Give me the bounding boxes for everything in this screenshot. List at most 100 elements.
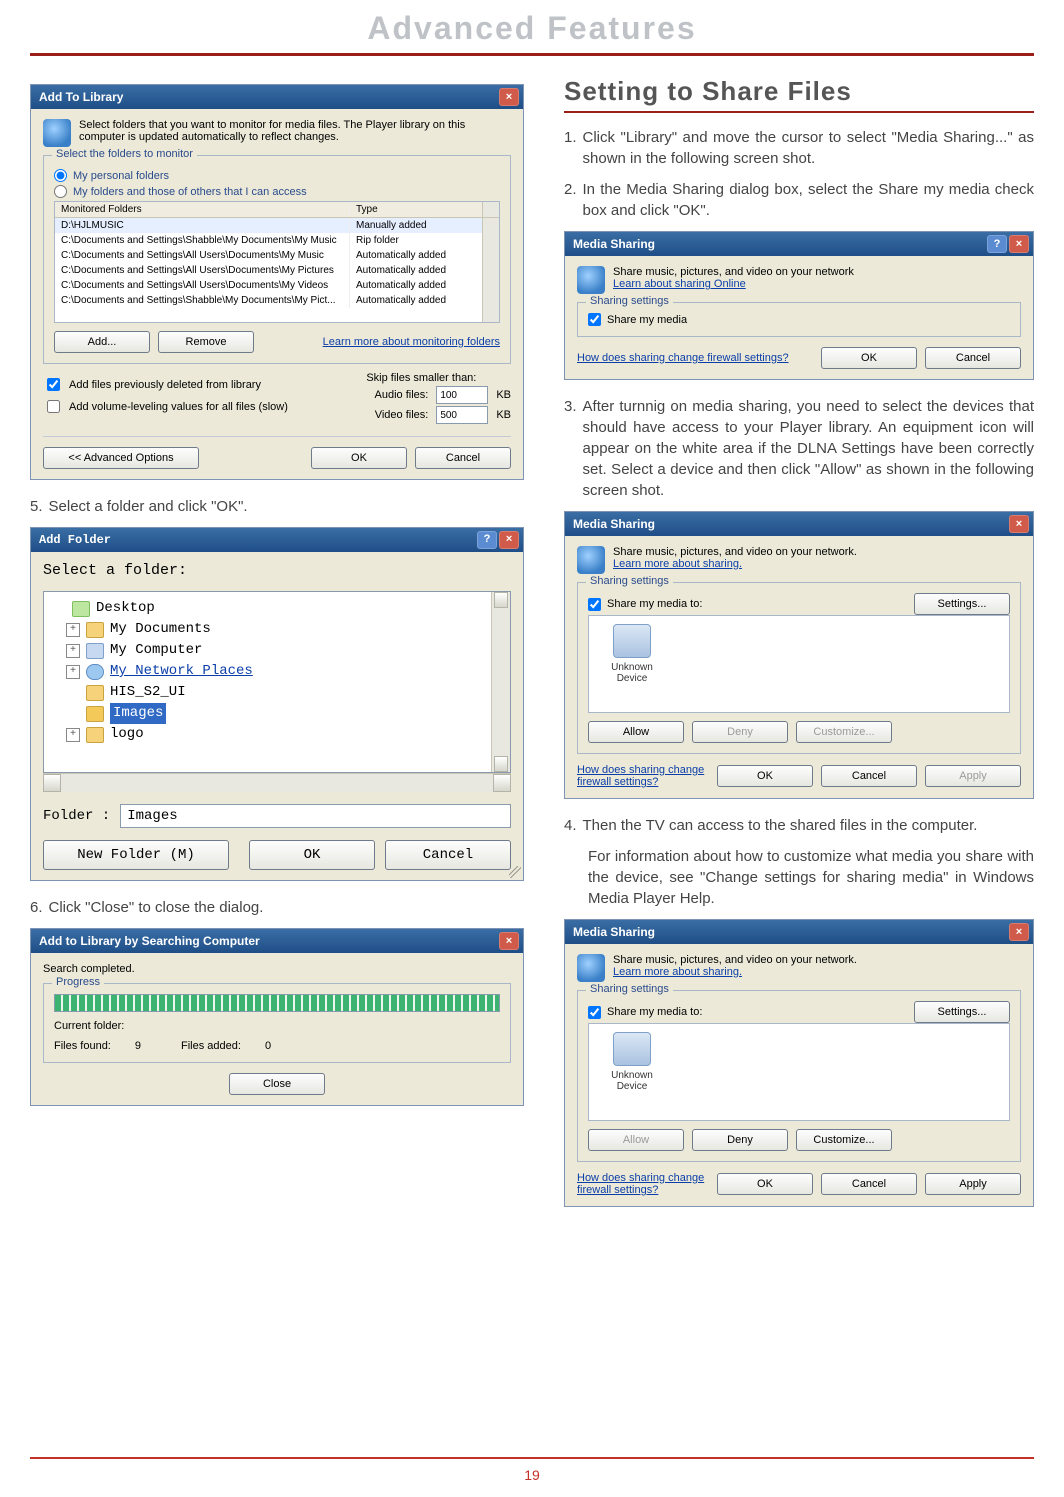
- expand-icon[interactable]: +: [66, 644, 80, 658]
- scrollbar[interactable]: [482, 218, 499, 322]
- step-text: After turnnig on media sharing, you need…: [583, 396, 1034, 501]
- cancel-button[interactable]: Cancel: [415, 447, 511, 469]
- cancel-button[interactable]: Cancel: [925, 347, 1021, 369]
- advanced-options-button[interactable]: << Advanced Options: [43, 447, 199, 469]
- desktop-icon: [72, 601, 90, 617]
- add-button[interactable]: Add...: [54, 331, 150, 353]
- step-text: Click "Close" to close the dialog.: [49, 897, 524, 918]
- tree-item-my-documents[interactable]: +My Documents: [66, 619, 483, 640]
- checkbox-volume-level[interactable]: Add volume-leveling values for all files…: [43, 397, 288, 416]
- deny-button[interactable]: Deny: [692, 1129, 788, 1151]
- tree-item-his[interactable]: HIS_S2_UI: [66, 682, 483, 703]
- settings-button[interactable]: Settings...: [914, 593, 1010, 615]
- close-icon[interactable]: ×: [1009, 235, 1029, 253]
- cancel-button[interactable]: Cancel: [385, 840, 511, 870]
- folder-open-icon: [86, 706, 104, 722]
- close-button[interactable]: Close: [229, 1073, 325, 1095]
- close-icon[interactable]: ×: [1009, 923, 1029, 941]
- kb-label: KB: [496, 409, 511, 421]
- customize-button[interactable]: Customize...: [796, 1129, 892, 1151]
- list-item[interactable]: C:\Documents and Settings\All Users\Docu…: [55, 263, 482, 278]
- remove-button[interactable]: Remove: [158, 331, 254, 353]
- share-media-checkbox[interactable]: Share my media: [588, 313, 1010, 326]
- ok-button[interactable]: OK: [821, 347, 917, 369]
- device-list[interactable]: Unknown Device: [588, 615, 1010, 713]
- learn-link[interactable]: Learn more about sharing.: [613, 966, 742, 978]
- column-header[interactable]: Type: [349, 202, 482, 217]
- page-header: Advanced Features: [30, 0, 1034, 53]
- device-item[interactable]: Unknown Device: [597, 624, 667, 684]
- close-icon[interactable]: ×: [499, 88, 519, 106]
- list-item[interactable]: C:\Documents and Settings\All Users\Docu…: [55, 248, 482, 263]
- firewall-link[interactable]: How does sharing change firewall setting…: [577, 352, 789, 364]
- help-icon[interactable]: ?: [477, 531, 497, 549]
- tree-item-images[interactable]: Images: [66, 703, 483, 724]
- ok-button[interactable]: OK: [249, 840, 375, 870]
- tree-item-logo[interactable]: +logo: [66, 724, 483, 745]
- cancel-button[interactable]: Cancel: [821, 765, 917, 787]
- allow-button[interactable]: Allow: [588, 1129, 684, 1151]
- tree-item-my-computer[interactable]: +My Computer: [66, 640, 483, 661]
- device-list[interactable]: Unknown Device: [588, 1023, 1010, 1121]
- expand-icon[interactable]: +: [66, 665, 80, 679]
- files-added-label: Files added:: [181, 1040, 241, 1052]
- ok-button[interactable]: OK: [717, 765, 813, 787]
- list-item[interactable]: D:\HJLMUSICManually added: [55, 218, 482, 233]
- firewall-link[interactable]: How does sharing change firewall setting…: [577, 1172, 709, 1196]
- deny-button[interactable]: Deny: [692, 721, 788, 743]
- folder-tree[interactable]: Desktop +My Documents +My Computer +My N…: [43, 591, 511, 773]
- prompt-label: Select a folder:: [43, 562, 511, 579]
- video-size-input[interactable]: [436, 406, 488, 424]
- column-header[interactable]: Monitored Folders: [55, 202, 349, 217]
- cancel-button[interactable]: Cancel: [821, 1173, 917, 1195]
- radio-label: My personal folders: [73, 170, 169, 182]
- apply-button[interactable]: Apply: [925, 765, 1021, 787]
- dialog-title: Add To Library: [39, 90, 123, 104]
- tree-item-desktop[interactable]: Desktop: [52, 598, 483, 619]
- device-item[interactable]: Unknown Device: [597, 1032, 667, 1092]
- share-media-to-checkbox[interactable]: Share my media to:: [588, 1006, 702, 1019]
- sharing-icon: [577, 546, 605, 574]
- expand-icon[interactable]: +: [66, 623, 80, 637]
- tree-item-network-places[interactable]: +My Network Places: [66, 661, 483, 682]
- ok-button[interactable]: OK: [717, 1173, 813, 1195]
- apply-button[interactable]: Apply: [925, 1173, 1021, 1195]
- group-label: Sharing settings: [586, 295, 673, 307]
- radio-all-folders[interactable]: My folders and those of others that I ca…: [54, 185, 500, 198]
- page-number: 19: [0, 1457, 1064, 1483]
- share-media-to-checkbox[interactable]: Share my media to:: [588, 598, 702, 611]
- scrollbar[interactable]: [491, 592, 510, 772]
- help-icon[interactable]: ?: [987, 235, 1007, 253]
- audio-size-input[interactable]: [436, 386, 488, 404]
- dialog-title: Media Sharing: [573, 517, 655, 531]
- allow-button[interactable]: Allow: [588, 721, 684, 743]
- step-number: 6.: [30, 897, 43, 918]
- expand-icon[interactable]: +: [66, 728, 80, 742]
- list-item[interactable]: C:\Documents and Settings\Shabble\My Doc…: [55, 293, 482, 308]
- checkbox-prev-deleted[interactable]: Add files previously deleted from librar…: [43, 375, 288, 394]
- close-icon[interactable]: ×: [499, 932, 519, 950]
- close-icon[interactable]: ×: [1009, 515, 1029, 533]
- monitored-folders-list[interactable]: Monitored Folders Type D:\HJLMUSICManual…: [54, 201, 500, 323]
- progress-bar: [54, 994, 500, 1012]
- list-item[interactable]: C:\Documents and Settings\All Users\Docu…: [55, 278, 482, 293]
- settings-button[interactable]: Settings...: [914, 1001, 1010, 1023]
- customize-button[interactable]: Customize...: [796, 721, 892, 743]
- resize-grip[interactable]: [509, 866, 521, 878]
- firewall-link[interactable]: How does sharing change firewall setting…: [577, 764, 709, 788]
- scrollbar-horizontal[interactable]: [43, 773, 511, 792]
- folder-icon: [86, 727, 104, 743]
- library-icon: [43, 119, 71, 147]
- folder-name-input[interactable]: [120, 804, 511, 828]
- scrollbar[interactable]: [482, 202, 499, 217]
- group-label: Select the folders to monitor: [52, 148, 197, 160]
- list-item[interactable]: C:\Documents and Settings\Shabble\My Doc…: [55, 233, 482, 248]
- learn-link[interactable]: Learn about sharing Online: [613, 278, 746, 290]
- ok-button[interactable]: OK: [311, 447, 407, 469]
- radio-personal-folders[interactable]: My personal folders: [54, 169, 500, 182]
- new-folder-button[interactable]: New Folder (M): [43, 840, 229, 870]
- search-progress-dialog: Add to Library by Searching Computer × S…: [30, 928, 524, 1106]
- close-icon[interactable]: ×: [499, 531, 519, 549]
- learn-more-link[interactable]: Learn more about monitoring folders: [323, 336, 500, 348]
- learn-link[interactable]: Learn more about sharing.: [613, 558, 742, 570]
